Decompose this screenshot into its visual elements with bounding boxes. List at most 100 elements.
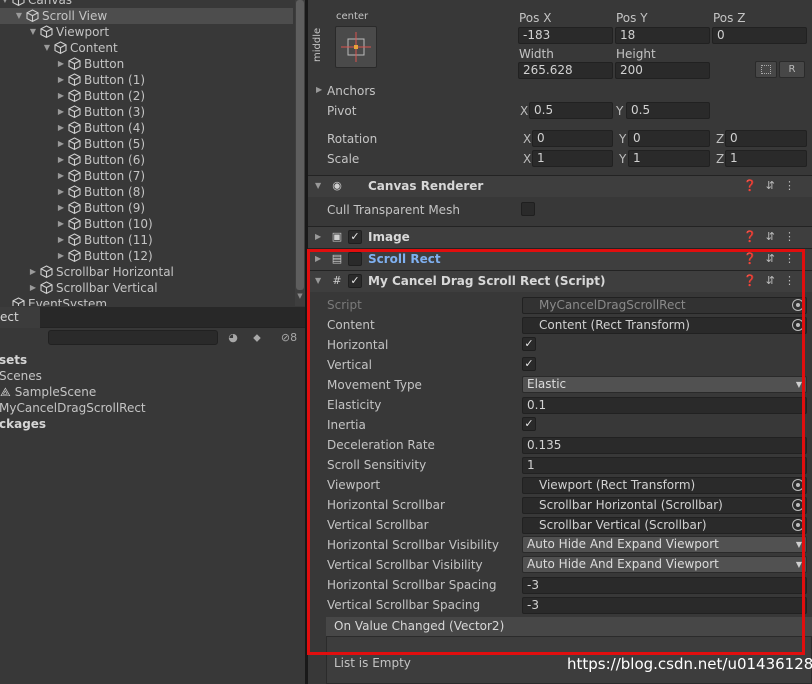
- hierarchy-item[interactable]: ▶ Button (1): [0, 72, 293, 88]
- foldout-collapsed-icon[interactable]: ▶: [315, 254, 321, 263]
- anchors-foldout-arrow-icon[interactable]: ▶: [316, 85, 322, 94]
- project-item[interactable]: MyCancelDragScrollRect: [0, 400, 146, 416]
- scroll-down-arrow-icon[interactable]: ▼: [296, 292, 304, 300]
- rotation-y-field[interactable]: 0: [628, 130, 710, 147]
- horizontal-checkbox[interactable]: ✓: [522, 337, 536, 351]
- hierarchy-item[interactable]: ▼ Scroll View: [0, 8, 293, 24]
- foldout-collapsed-icon[interactable]: ▶: [56, 120, 66, 136]
- help-icon[interactable]: ❓: [743, 252, 766, 265]
- object-picker-icon[interactable]: [792, 479, 804, 491]
- hierarchy-item[interactable]: ▶ Button (10): [0, 216, 293, 232]
- vertical-scrollbar-field[interactable]: Scrollbar Vertical (Scrollbar): [522, 517, 807, 534]
- pos-z-field[interactable]: 0: [712, 27, 807, 44]
- foldout-collapsed-icon[interactable]: ▶: [56, 88, 66, 104]
- horizontal-scrollbar-spacing-field[interactable]: -3: [522, 577, 807, 594]
- presets-icon[interactable]: ⇵: [766, 274, 784, 287]
- cull-transparent-mesh-checkbox[interactable]: [521, 202, 535, 216]
- blueprint-mode-button[interactable]: [755, 61, 777, 78]
- presets-icon[interactable]: ⇵: [766, 179, 784, 192]
- height-field[interactable]: 200: [615, 62, 710, 79]
- hidden-packages-toggle[interactable]: ⊘8: [274, 329, 304, 346]
- pos-x-field[interactable]: -183: [518, 27, 613, 44]
- rotation-z-field[interactable]: 0: [725, 130, 807, 147]
- filter-by-label-icon[interactable]: ⬥: [248, 329, 266, 346]
- pivot-y-field[interactable]: 0.5: [626, 102, 710, 119]
- hierarchy-item[interactable]: ▶ Scrollbar Horizontal: [0, 264, 293, 280]
- foldout-collapsed-icon[interactable]: ▶: [56, 200, 66, 216]
- foldout-collapsed-icon[interactable]: ▶: [28, 264, 38, 280]
- vertical-checkbox[interactable]: ✓: [522, 357, 536, 371]
- scroll-rect-enabled-checkbox[interactable]: [348, 252, 362, 266]
- anchors-label[interactable]: Anchors: [327, 84, 376, 98]
- foldout-collapsed-icon[interactable]: ▶: [56, 56, 66, 72]
- foldout-collapsed-icon[interactable]: ▶: [56, 72, 66, 88]
- anchor-preset-button[interactable]: [335, 26, 377, 68]
- hierarchy-item[interactable]: ▶ Button (8): [0, 184, 293, 200]
- pos-y-field[interactable]: 18: [615, 27, 710, 44]
- presets-icon[interactable]: ⇵: [766, 230, 784, 243]
- context-menu-icon[interactable]: ⋮: [784, 179, 804, 192]
- scale-y-field[interactable]: 1: [628, 150, 710, 167]
- vertical-scrollbar-visibility-dropdown[interactable]: Auto Hide And Expand Viewport ▼: [522, 556, 807, 573]
- object-picker-icon[interactable]: [792, 319, 804, 331]
- presets-icon[interactable]: ⇵: [766, 252, 784, 265]
- horizontal-scrollbar-field[interactable]: Scrollbar Horizontal (Scrollbar): [522, 497, 807, 514]
- hierarchy-item[interactable]: ▶ Button (4): [0, 120, 293, 136]
- pivot-x-field[interactable]: 0.5: [529, 102, 613, 119]
- hierarchy-item[interactable]: ▼ Viewport: [0, 24, 293, 40]
- content-field[interactable]: Content (Rect Transform): [522, 317, 807, 334]
- context-menu-icon[interactable]: ⋮: [784, 230, 804, 243]
- image-enabled-checkbox[interactable]: ✓: [348, 230, 362, 244]
- hierarchy-item[interactable]: ▶ Button: [0, 56, 293, 72]
- foldout-expanded-icon[interactable]: ▼: [14, 8, 24, 24]
- project-item[interactable]: sets: [0, 352, 27, 368]
- project-item[interactable]: ckages: [0, 416, 46, 432]
- horizontal-scrollbar-visibility-dropdown[interactable]: Auto Hide And Expand Viewport ▼: [522, 536, 807, 553]
- object-picker-icon[interactable]: [792, 519, 804, 531]
- hierarchy-item[interactable]: ▶ Button (2): [0, 88, 293, 104]
- object-picker-icon[interactable]: [792, 499, 804, 511]
- inertia-checkbox[interactable]: ✓: [522, 417, 536, 431]
- foldout-collapsed-icon[interactable]: ▶: [56, 152, 66, 168]
- hierarchy-scrollbar-thumb[interactable]: [296, 0, 304, 290]
- vertical-scrollbar-spacing-field[interactable]: -3: [522, 597, 807, 614]
- foldout-collapsed-icon[interactable]: ▶: [56, 168, 66, 184]
- my-script-header[interactable]: ▼ # ✓ My Cancel Drag Scroll Rect (Script…: [308, 270, 812, 292]
- width-field[interactable]: 265.628: [518, 62, 613, 79]
- filter-by-type-icon[interactable]: ◕: [224, 329, 242, 346]
- foldout-expanded-icon[interactable]: ▼: [315, 276, 321, 285]
- hierarchy-item[interactable]: ▶ Button (6): [0, 152, 293, 168]
- foldout-expanded-icon[interactable]: ▼: [0, 0, 10, 8]
- raw-edit-button[interactable]: R: [779, 61, 805, 78]
- hierarchy-item[interactable]: ▶ Button (3): [0, 104, 293, 120]
- help-icon[interactable]: ❓: [743, 230, 766, 243]
- foldout-expanded-icon[interactable]: ▼: [28, 24, 38, 40]
- project-item[interactable]: Scenes: [0, 368, 42, 384]
- project-search-input[interactable]: [48, 330, 218, 345]
- canvas-renderer-header[interactable]: ▼ ◉ Canvas Renderer ❓⇵⋮: [308, 175, 812, 197]
- foldout-collapsed-icon[interactable]: ▶: [56, 216, 66, 232]
- foldout-collapsed-icon[interactable]: ▶: [56, 184, 66, 200]
- deceleration-rate-field[interactable]: 0.135: [522, 437, 807, 454]
- context-menu-icon[interactable]: ⋮: [784, 252, 804, 265]
- rotation-x-field[interactable]: 0: [532, 130, 613, 147]
- scroll-sensitivity-field[interactable]: 1: [522, 457, 807, 474]
- scale-x-field[interactable]: 1: [532, 150, 613, 167]
- my-script-enabled-checkbox[interactable]: ✓: [348, 274, 362, 288]
- foldout-collapsed-icon[interactable]: ▶: [56, 136, 66, 152]
- hierarchy-item[interactable]: ▶ Button (11): [0, 232, 293, 248]
- foldout-collapsed-icon[interactable]: ▶: [56, 248, 66, 264]
- scale-z-field[interactable]: 1: [725, 150, 807, 167]
- foldout-collapsed-icon[interactable]: ▶: [56, 232, 66, 248]
- context-menu-icon[interactable]: ⋮: [784, 274, 804, 287]
- movement-type-dropdown[interactable]: Elastic ▼: [522, 376, 807, 393]
- hierarchy-item[interactable]: ▼ Canvas: [0, 0, 293, 8]
- help-icon[interactable]: ❓: [743, 179, 766, 192]
- hierarchy-item[interactable]: ▶ Button (5): [0, 136, 293, 152]
- hierarchy-item[interactable]: ▶ Button (12): [0, 248, 293, 264]
- foldout-expanded-icon[interactable]: ▼: [42, 40, 52, 56]
- foldout-collapsed-icon[interactable]: ▶: [28, 280, 38, 296]
- scroll-rect-header[interactable]: ▶ ▤ Scroll Rect ❓⇵⋮: [308, 248, 812, 270]
- tab-project[interactable]: ect: [0, 307, 40, 328]
- hierarchy-item[interactable]: ▼ Content: [0, 40, 293, 56]
